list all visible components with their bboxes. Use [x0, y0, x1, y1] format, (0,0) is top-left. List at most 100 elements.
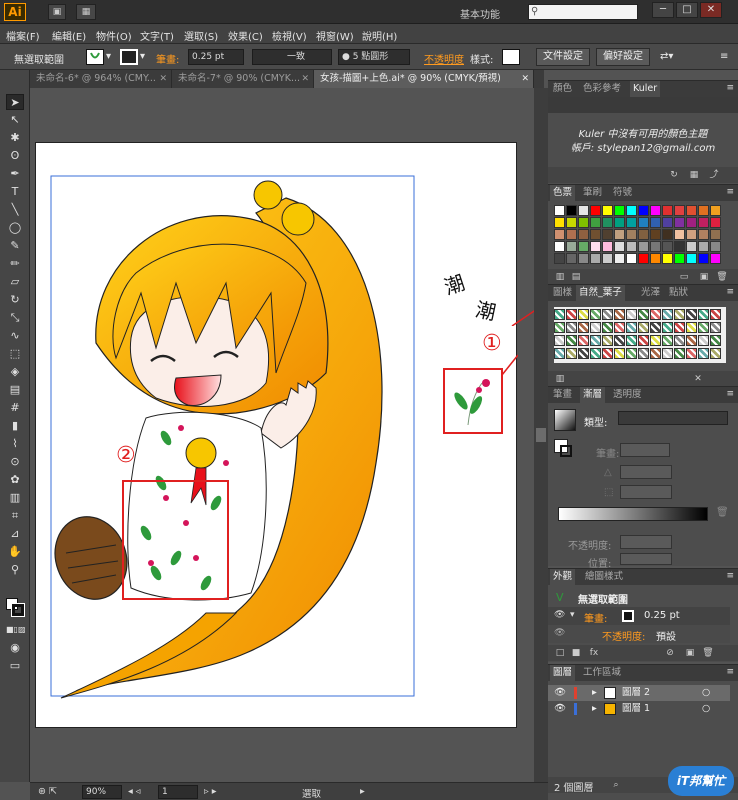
color-swatch[interactable] [602, 229, 613, 240]
color-swatch[interactable] [662, 229, 673, 240]
pattern-swatch[interactable] [614, 309, 625, 320]
color-swatch[interactable] [674, 205, 685, 216]
color-swatch[interactable] [650, 229, 661, 240]
color-swatch[interactable] [626, 229, 637, 240]
scrollbar-thumb[interactable] [536, 428, 546, 442]
delete-swatch-icon[interactable]: 🗑 [716, 271, 728, 283]
vertical-scrollbar[interactable] [534, 88, 548, 782]
pattern-swatch[interactable] [710, 309, 721, 320]
fx-icon[interactable]: fx [588, 647, 600, 659]
pattern-swatch[interactable] [710, 348, 721, 359]
pattern-swatch[interactable] [626, 348, 637, 359]
pattern-swatch[interactable] [650, 348, 661, 359]
symbol-sprayer-tool-icon[interactable]: ✿ [6, 472, 24, 488]
color-swatch[interactable] [614, 229, 625, 240]
pattern-swatch[interactable] [566, 309, 577, 320]
color-swatch[interactable] [638, 205, 649, 216]
color-swatch[interactable] [662, 217, 673, 228]
gradient-tool-icon[interactable]: ▮ [6, 418, 24, 434]
pattern-swatch[interactable] [662, 309, 673, 320]
color-swatch[interactable] [674, 253, 685, 264]
paintbrush-tool-icon[interactable]: ✎ [6, 238, 24, 254]
refresh-icon[interactable]: ↻ [668, 169, 680, 181]
color-swatch[interactable] [578, 253, 589, 264]
delete-stop-icon[interactable]: 🗑 [716, 507, 729, 518]
tab-stroke[interactable]: 筆畫 [550, 387, 575, 403]
appearance-opacity-label[interactable]: 不透明度: [602, 628, 645, 643]
pattern-swatch[interactable] [686, 335, 697, 346]
color-swatch[interactable] [710, 229, 721, 240]
gradient-opacity-input[interactable] [620, 535, 672, 549]
color-swatch[interactable] [710, 241, 721, 252]
status-arrow-icon[interactable]: ▸ [360, 786, 365, 797]
locate-object-icon[interactable]: ⌕ [610, 779, 622, 791]
panel-menu-icon[interactable]: ≡ [726, 187, 734, 197]
color-swatch[interactable] [554, 217, 565, 228]
tab-symbols[interactable]: 符號 [610, 185, 635, 201]
pattern-swatch[interactable] [578, 309, 589, 320]
pattern-swatch[interactable] [686, 348, 697, 359]
swatches-icon[interactable]: ▦ [688, 169, 700, 181]
stroke-weight-input[interactable]: 0.25 pt [188, 49, 244, 65]
scale-tool-icon[interactable]: ⤡ [6, 310, 24, 326]
panel-menu-icon[interactable]: ≡ [726, 389, 734, 399]
expand-triangle-icon[interactable]: ▸ [592, 685, 597, 701]
menu-type[interactable]: 文字(T) [140, 28, 174, 43]
artboard-tool-icon[interactable]: ⌗ [6, 508, 24, 524]
close-icon[interactable]: ✕ [301, 70, 309, 88]
ellipse-tool-icon[interactable]: ◯ [6, 220, 24, 236]
color-swatch[interactable] [626, 205, 637, 216]
panel-menu-icon[interactable]: ≡ [726, 287, 734, 297]
first-page-icon[interactable]: ◂ ◃ [128, 786, 141, 797]
color-swatch[interactable] [590, 241, 601, 252]
color-swatch[interactable] [638, 253, 649, 264]
help-search-input[interactable]: ⚲ [528, 4, 638, 20]
color-swatch[interactable] [710, 217, 721, 228]
pattern-swatch[interactable] [674, 348, 685, 359]
pattern-swatch[interactable] [614, 335, 625, 346]
appearance-stroke-label[interactable]: 筆畫: [584, 610, 607, 625]
stroke-dropdown-icon[interactable]: ▾ [140, 51, 145, 62]
tab-nature-leaves[interactable]: 自然_葉子 [576, 285, 625, 301]
color-swatch[interactable] [578, 229, 589, 240]
target-circle-icon[interactable]: ○ [702, 685, 710, 701]
color-swatch[interactable] [626, 253, 637, 264]
gradient-preview[interactable] [554, 409, 576, 431]
preferences-button[interactable]: 偏好設定 [596, 48, 650, 66]
color-swatch[interactable] [698, 241, 709, 252]
shape-builder-tool-icon[interactable]: ◈ [6, 364, 24, 380]
pattern-swatch[interactable] [554, 309, 565, 320]
perspective-grid-tool-icon[interactable]: ▤ [6, 382, 24, 398]
break-link-icon[interactable]: ✕ [692, 373, 704, 385]
color-swatch[interactable] [650, 241, 661, 252]
pattern-swatch[interactable] [590, 335, 601, 346]
color-swatch[interactable] [698, 253, 709, 264]
direct-selection-tool-icon[interactable]: ↖ [6, 112, 24, 128]
pattern-swatch[interactable] [698, 322, 709, 333]
menu-view[interactable]: 檢視(V) [272, 28, 307, 43]
color-swatch[interactable] [566, 205, 577, 216]
expand-triangle-icon[interactable]: ▸ [592, 701, 597, 717]
swatch-grid[interactable] [554, 205, 726, 265]
pattern-swatch[interactable] [662, 322, 673, 333]
rotate-tool-icon[interactable]: ↻ [6, 292, 24, 308]
pattern-swatch[interactable] [566, 348, 577, 359]
aspect-input[interactable] [620, 485, 672, 499]
maximize-button[interactable]: □ [676, 2, 698, 18]
color-swatch[interactable] [674, 229, 685, 240]
tab-gradient[interactable]: 漸層 [580, 387, 606, 403]
color-swatch[interactable] [590, 253, 601, 264]
color-swatch[interactable] [662, 205, 673, 216]
pattern-swatch[interactable] [698, 348, 709, 359]
pattern-swatch[interactable] [626, 335, 637, 346]
clear-appearance-icon[interactable]: ⊘ [664, 647, 676, 659]
pattern-swatch[interactable] [674, 335, 685, 346]
target-circle-icon[interactable]: ○ [702, 701, 710, 717]
type-tool-icon[interactable]: T [6, 184, 24, 200]
eyedropper-tool-icon[interactable]: ⌇ [6, 436, 24, 452]
pattern-swatch[interactable] [698, 335, 709, 346]
pattern-swatch[interactable] [566, 335, 577, 346]
color-swatch[interactable] [662, 253, 673, 264]
pencil-tool-icon[interactable]: ✏ [6, 256, 24, 272]
pattern-swatch[interactable] [710, 322, 721, 333]
